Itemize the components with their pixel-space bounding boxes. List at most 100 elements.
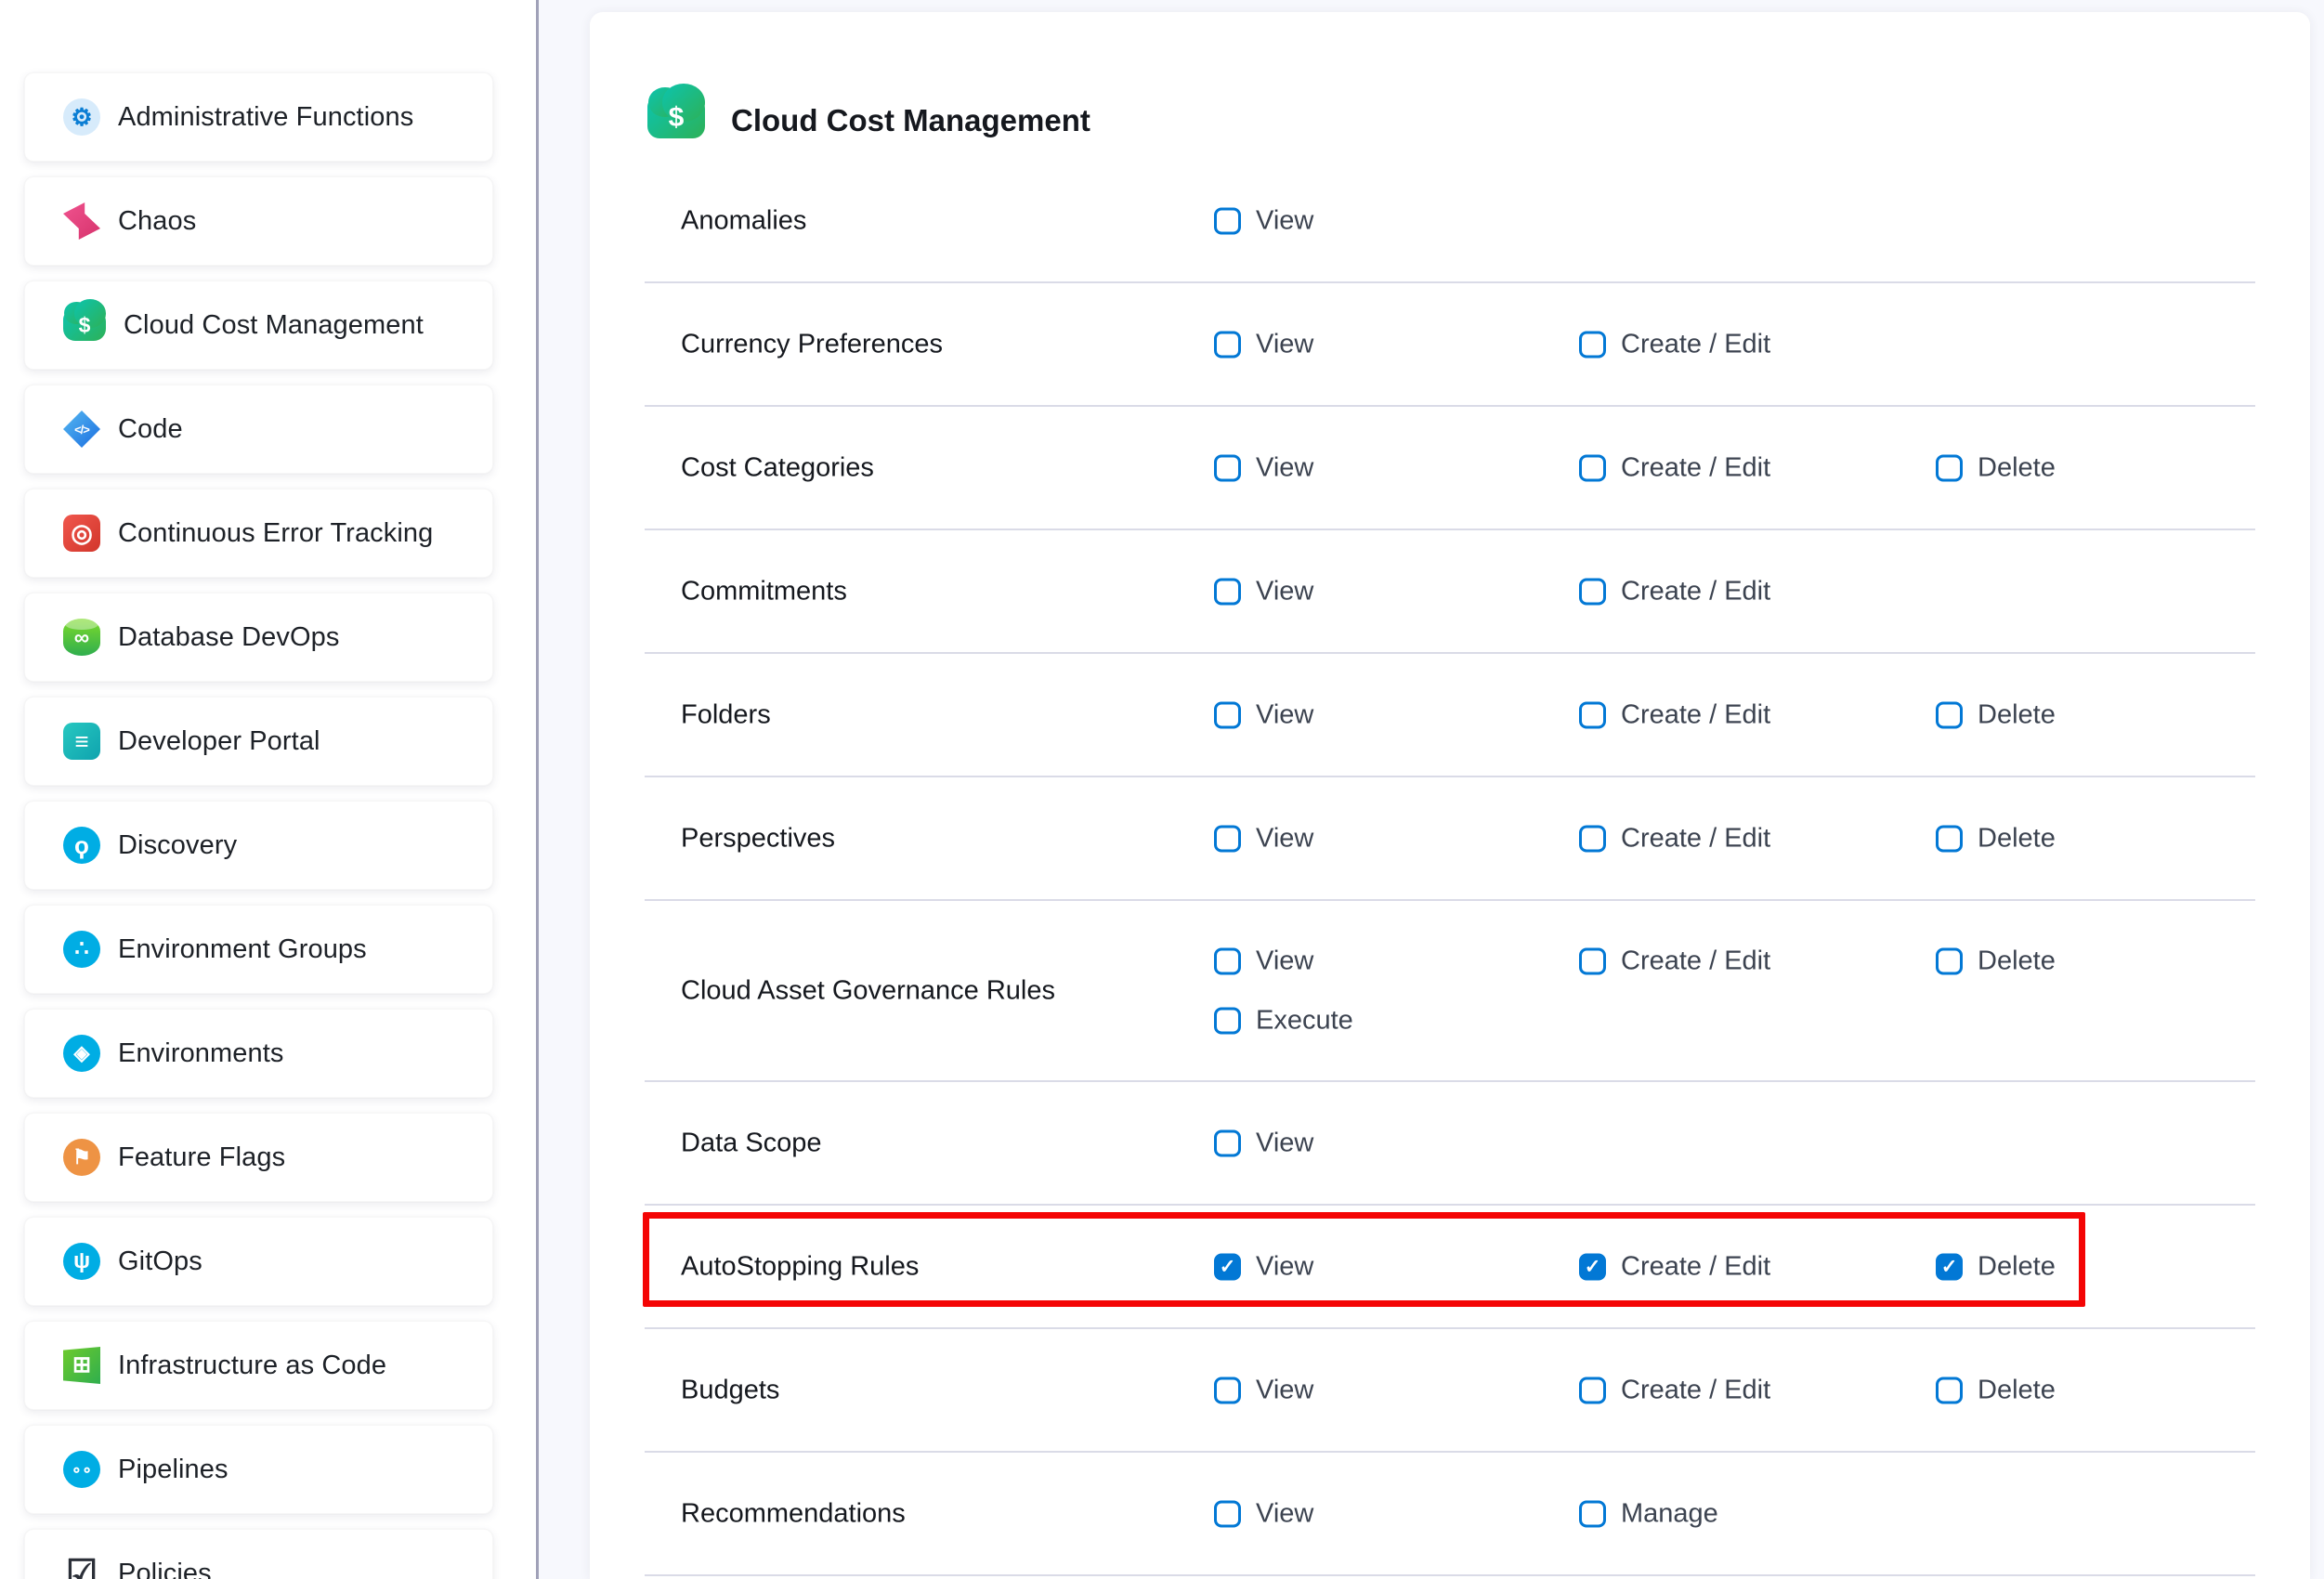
delete-checkbox[interactable] [1936,948,1963,975]
sidebar-item-chaos[interactable]: Chaos [24,176,493,266]
permissions-screen: ⚙ Administrative Functions Chaos $ Cloud… [0,0,2324,1579]
permission-delete[interactable]: Delete [1936,823,2056,854]
permission-view[interactable]: View [1214,452,1313,483]
sidebar-item-developer-portal[interactable]: ≡ Developer Portal [24,697,493,786]
view-checkbox[interactable] [1214,948,1241,975]
sidebar-item-feature-flags[interactable]: ⚑ Feature Flags [24,1113,493,1202]
gear-icon: ⚙ [63,98,100,136]
permission-delete[interactable]: Delete [1936,699,2056,730]
sidebar-item-environments[interactable]: ◈ Environments [24,1009,493,1098]
permission-create-edit[interactable]: Create / Edit [1579,1375,1770,1405]
permission-create-edit[interactable]: Create / Edit [1579,452,1770,483]
sidebar-item-label: Administrative Functions [118,102,413,133]
permission-label: View [1256,1251,1313,1282]
create-edit-checkbox[interactable] [1579,948,1606,975]
view-checkbox[interactable] [1214,701,1241,728]
sidebar-item-label: Feature Flags [118,1142,285,1173]
delete-checkbox[interactable] [1936,1377,1963,1403]
delete-checkbox[interactable] [1936,701,1963,728]
view-checkbox[interactable] [1214,825,1241,852]
manage-checkbox[interactable] [1579,1500,1606,1527]
create-edit-checkbox[interactable] [1579,578,1606,605]
sidebar-item-label: Infrastructure as Code [118,1351,386,1381]
environments-icon: ◈ [63,1035,100,1072]
row-cloud-asset-governance-rules: Cloud Asset Governance Rules View Create… [645,901,2255,1082]
pipelines-chain-icon: ∘∘ [63,1451,100,1488]
permission-create-edit[interactable]: Create / Edit [1579,699,1770,730]
sidebar-item-cloud-cost-management[interactable]: $ Cloud Cost Management [24,281,493,370]
delete-checkbox[interactable] [1936,454,1963,481]
sidebar-item-gitops[interactable]: ψ GitOps [24,1217,493,1306]
sidebar-item-pipelines[interactable]: ∘∘ Pipelines [24,1425,493,1514]
view-checkbox[interactable] [1214,207,1241,234]
permission-view[interactable]: View [1214,823,1313,854]
permission-delete[interactable]: Delete [1936,1251,2056,1282]
permission-delete[interactable]: Delete [1936,946,2056,977]
permission-label: Create / Edit [1621,452,1770,483]
permission-view[interactable]: View [1214,699,1313,730]
permission-view[interactable]: View [1214,946,1313,977]
developer-portal-icon: ≡ [63,723,100,760]
permission-label: Delete [1978,452,2056,483]
permission-view[interactable]: View [1214,329,1313,359]
sidebar-item-label: Discovery [118,830,237,861]
sidebar-item-infrastructure-as-code[interactable]: ⊞ Infrastructure as Code [24,1321,493,1410]
permission-delete[interactable]: Delete [1936,1375,2056,1405]
sidebar-item-policies[interactable]: ☑ Policies [24,1529,493,1579]
row-data-scope: Data Scope View [645,1082,2255,1206]
view-checkbox[interactable] [1214,1377,1241,1403]
sidebar-item-administrative-functions[interactable]: ⚙ Administrative Functions [24,72,493,162]
sidebar-item-discovery[interactable]: ϙ Discovery [24,801,493,890]
permission-view[interactable]: View [1214,576,1313,607]
permission-view[interactable]: View [1214,1498,1313,1529]
permission-label: Delete [1978,1251,2056,1282]
delete-checkbox[interactable] [1936,1253,1963,1280]
permission-view[interactable]: View [1214,205,1313,236]
permissions-table: Anomalies View Currency Preferences View… [645,160,2255,1576]
permission-create-edit[interactable]: Create / Edit [1579,1251,1770,1282]
sidebar-item-label: Database DevOps [118,622,339,653]
create-edit-checkbox[interactable] [1579,825,1606,852]
gitops-branch-icon: ψ [63,1243,100,1280]
view-checkbox[interactable] [1214,331,1241,358]
view-checkbox[interactable] [1214,1500,1241,1527]
view-checkbox[interactable] [1214,454,1241,481]
create-edit-checkbox[interactable] [1579,701,1606,728]
permission-create-edit[interactable]: Create / Edit [1579,946,1770,977]
view-checkbox[interactable] [1214,1129,1241,1156]
permission-create-edit[interactable]: Create / Edit [1579,823,1770,854]
view-checkbox[interactable] [1214,1253,1241,1280]
resource-label: Data Scope [681,1128,822,1158]
create-edit-checkbox[interactable] [1579,1253,1606,1280]
permission-view[interactable]: View [1214,1128,1313,1158]
execute-checkbox[interactable] [1214,1008,1241,1035]
permission-manage[interactable]: Manage [1579,1498,1718,1529]
resource-label: AutoStopping Rules [681,1251,919,1282]
discovery-search-icon: ϙ [63,827,100,864]
sidebar-item-label: Developer Portal [118,726,320,757]
sidebar-item-code[interactable]: </> Code [24,385,493,474]
permission-label: View [1256,329,1313,359]
permission-execute[interactable]: Execute [1214,1006,1353,1037]
create-edit-checkbox[interactable] [1579,454,1606,481]
delete-checkbox[interactable] [1936,825,1963,852]
permission-create-edit[interactable]: Create / Edit [1579,329,1770,359]
environment-groups-icon: ∴ [63,931,100,968]
permission-delete[interactable]: Delete [1936,452,2056,483]
feature-flag-icon: ⚑ [63,1139,100,1176]
permission-label: View [1256,452,1313,483]
create-edit-checkbox[interactable] [1579,331,1606,358]
permission-view[interactable]: View [1214,1251,1313,1282]
create-edit-checkbox[interactable] [1579,1377,1606,1403]
permission-create-edit[interactable]: Create / Edit [1579,576,1770,607]
row-perspectives: Perspectives View Create / Edit Delete [645,777,2255,901]
sidebar-item-database-devops[interactable]: ∞ Database DevOps [24,593,493,682]
view-checkbox[interactable] [1214,578,1241,605]
sidebar-item-continuous-error-tracking[interactable]: ◎ Continuous Error Tracking [24,489,493,578]
sidebar-item-environment-groups[interactable]: ∴ Environment Groups [24,905,493,994]
permission-view[interactable]: View [1214,1375,1313,1405]
resource-label: Currency Preferences [681,329,943,359]
permission-label: Create / Edit [1621,329,1770,359]
permission-label: Create / Edit [1621,699,1770,730]
permission-label: View [1256,823,1313,854]
